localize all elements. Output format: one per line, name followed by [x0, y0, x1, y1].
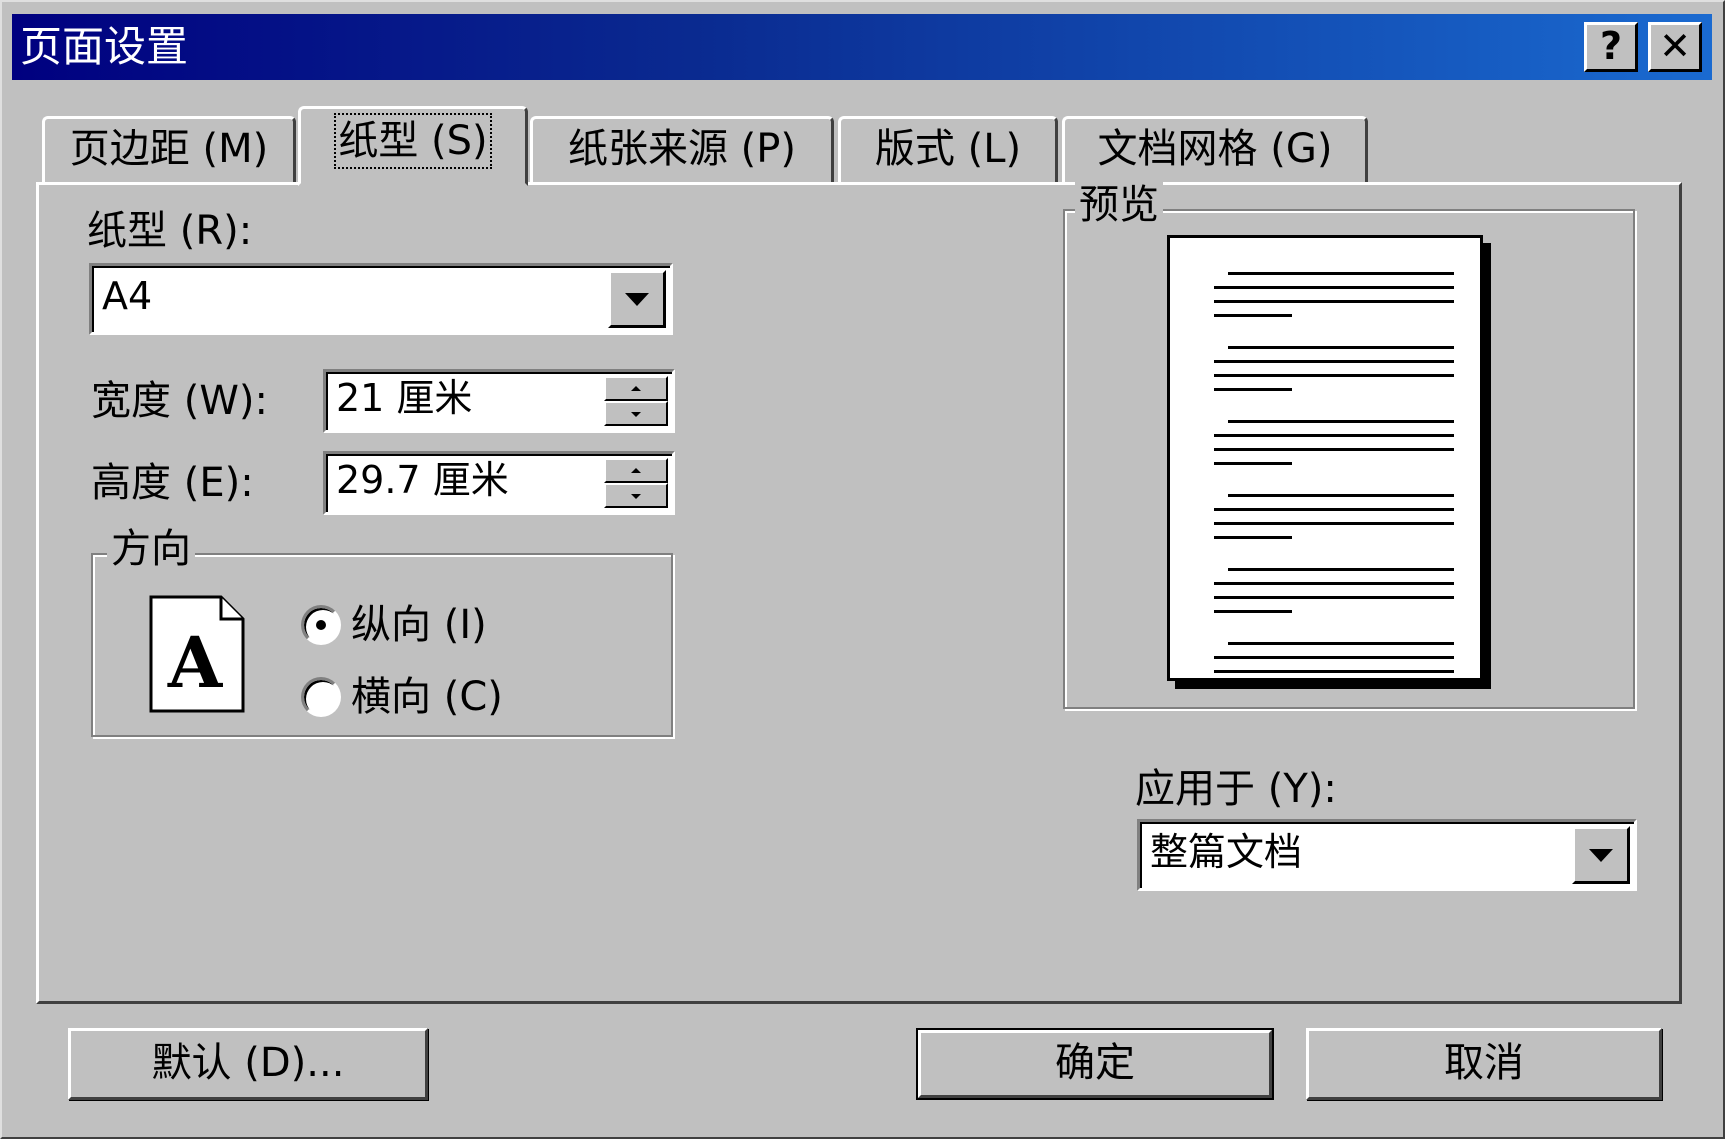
- width-stepper[interactable]: [604, 376, 668, 426]
- tab-margins[interactable]: 页边距 (M): [42, 116, 296, 184]
- orientation-legend: 方向: [107, 525, 195, 573]
- width-label: 宽度 (W):: [91, 378, 268, 424]
- title-bar[interactable]: 页面设置 ? ✕: [12, 14, 1712, 80]
- preview-line: [1214, 448, 1454, 451]
- preview-line: [1214, 462, 1292, 465]
- preview-line: [1214, 388, 1292, 391]
- preview-line: [1228, 568, 1454, 571]
- portrait-radio[interactable]: [301, 605, 341, 645]
- tab-document-grid[interactable]: 文档网格 (G): [1062, 116, 1368, 184]
- height-input[interactable]: 29.7 厘米: [323, 451, 675, 515]
- chevron-down-icon: [1589, 849, 1613, 862]
- preview-group: 预览: [1063, 181, 1635, 709]
- paper-size-value: A4: [102, 274, 153, 318]
- preview-line: [1214, 610, 1292, 613]
- portrait-page-icon: A: [149, 595, 245, 713]
- tab-panel: 纸型 (R): A4 宽度 (W): 21 厘米 高度 (E): 29.7 厘米…: [36, 181, 1682, 1004]
- preview-line: [1214, 670, 1454, 673]
- preview-line: [1228, 494, 1454, 497]
- landscape-label[interactable]: 横向 (C): [351, 673, 503, 721]
- height-label: 高度 (E):: [91, 460, 254, 506]
- preview-line: [1214, 582, 1454, 585]
- preview-line: [1214, 314, 1292, 317]
- apply-to-value: 整篇文档: [1150, 830, 1303, 874]
- preview-line: [1214, 656, 1454, 659]
- width-increment-button[interactable]: [604, 376, 668, 401]
- orientation-group: 方向 A 纵向 (I) 横向 (C): [91, 525, 673, 737]
- preview-line: [1214, 360, 1454, 363]
- tab-layout[interactable]: 版式 (L): [838, 116, 1058, 184]
- preview-line: [1214, 286, 1454, 289]
- landscape-radio[interactable]: [301, 677, 341, 717]
- preview-line: [1214, 596, 1454, 599]
- preview-line: [1214, 434, 1454, 437]
- preview-line: [1214, 536, 1292, 539]
- apply-to-dropdown-button[interactable]: [1572, 826, 1630, 884]
- preview-line: [1214, 300, 1454, 303]
- paper-size-dropdown-button[interactable]: [608, 270, 666, 328]
- tab-paper-size[interactable]: 纸型 (S): [298, 106, 528, 186]
- apply-to-label: 应用于 (Y):: [1135, 766, 1337, 812]
- default-button[interactable]: 默认 (D)...: [68, 1028, 428, 1100]
- preview-line: [1228, 272, 1454, 275]
- preview-line: [1228, 642, 1454, 645]
- portrait-label[interactable]: 纵向 (I): [351, 601, 487, 649]
- help-icon: ?: [1599, 24, 1623, 68]
- tab-paper-source[interactable]: 纸张来源 (P): [530, 116, 834, 184]
- preview-line: [1214, 374, 1454, 377]
- close-button[interactable]: ✕: [1648, 22, 1702, 72]
- radio-selected-dot: [316, 620, 326, 630]
- preview-line: [1214, 522, 1454, 525]
- help-button[interactable]: ?: [1584, 22, 1638, 72]
- height-stepper[interactable]: [604, 458, 668, 508]
- width-decrement-button[interactable]: [604, 401, 668, 426]
- width-value: 21 厘米: [336, 376, 473, 420]
- paper-size-dropdown[interactable]: A4: [89, 263, 673, 335]
- close-icon: ✕: [1659, 24, 1691, 68]
- height-increment-button[interactable]: [604, 458, 668, 483]
- window-title: 页面设置: [20, 22, 189, 71]
- page-icon-letter: A: [167, 621, 224, 704]
- page-setup-dialog: 页面设置 ? ✕ 页边距 (M) 纸张来源 (P) 版式 (L) 文档网格 (G…: [0, 0, 1725, 1139]
- chevron-down-icon: [625, 293, 649, 306]
- preview-line: [1228, 420, 1454, 423]
- preview-page: [1167, 235, 1483, 681]
- apply-to-dropdown[interactable]: 整篇文档: [1137, 819, 1637, 891]
- preview-line: [1214, 508, 1454, 511]
- paper-size-label: 纸型 (R):: [87, 208, 253, 254]
- height-decrement-button[interactable]: [604, 483, 668, 508]
- preview-legend: 预览: [1075, 181, 1163, 229]
- ok-button[interactable]: 确定: [916, 1028, 1274, 1100]
- preview-line: [1228, 346, 1454, 349]
- width-input[interactable]: 21 厘米: [323, 369, 675, 433]
- cancel-button[interactable]: 取消: [1306, 1028, 1662, 1100]
- height-value: 29.7 厘米: [336, 458, 509, 502]
